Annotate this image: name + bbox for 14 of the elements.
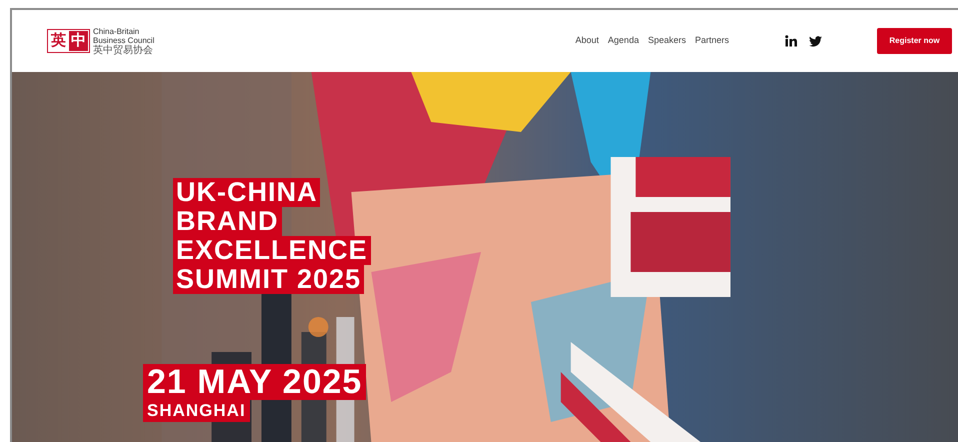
logo-text: China-Britain [93, 26, 140, 36]
nav-link[interactable]: Agenda [608, 34, 639, 48]
logo-glyph: 中 [69, 31, 88, 51]
event-city: SHANGHAI [143, 400, 250, 422]
linkedin-icon[interactable] [785, 35, 797, 47]
nav-link[interactable]: About [575, 34, 599, 48]
logo-mark[interactable]: 英 中 [47, 29, 90, 53]
register-button[interactable]: Register now [877, 28, 952, 54]
nav-link[interactable]: Partners [694, 34, 729, 48]
nav-link[interactable]: Speakers [648, 34, 686, 48]
bird-icon[interactable] [809, 36, 822, 46]
logo-text: Business Council [93, 36, 154, 44]
logo-chinese-text: 英中贸易协会 [93, 44, 153, 56]
event-date: 21 MAY 2025 [143, 364, 366, 400]
